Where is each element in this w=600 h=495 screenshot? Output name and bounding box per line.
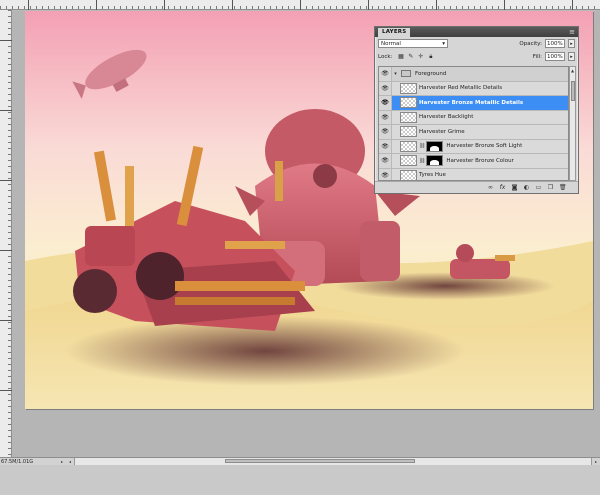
opacity-dropdown-icon[interactable]: ▸: [568, 39, 575, 48]
expand-triangle-icon[interactable]: ▾: [392, 71, 399, 77]
layer-mask-thumbnail[interactable]: [426, 140, 444, 152]
scrollbar-thumb[interactable]: [571, 81, 575, 101]
fill-dropdown-icon[interactable]: ▸: [568, 52, 575, 61]
chevron-down-icon: ▾: [442, 40, 445, 47]
layer-name: Tyres Hue: [419, 172, 446, 179]
layer-thumbnail: [400, 82, 417, 94]
blend-mode-select[interactable]: Normal ▾: [378, 39, 448, 48]
layer-thumbnail: [400, 140, 417, 152]
status-menu-arrow-icon[interactable]: ▸: [58, 459, 66, 464]
layer-row[interactable]: 👁︎ ⛓︎ Harvester Bronze Colour: [379, 154, 568, 169]
workspace-bottom: [0, 465, 600, 495]
opacity-label: Opacity:: [519, 40, 542, 47]
visibility-eye-icon[interactable]: 👁︎: [379, 154, 392, 168]
blend-opacity-row: Normal ▾ Opacity: 100% ▸: [375, 37, 578, 50]
lock-pixels-icon[interactable]: ✎: [407, 53, 414, 61]
status-bar: 67.5M/1.01G ▸ ◂ ▸: [0, 457, 600, 465]
layer-name: Harvester Backlight: [419, 114, 474, 121]
panel-menu-icon[interactable]: ≡: [569, 28, 575, 36]
layer-row[interactable]: 👁︎ ⛓︎ Harvester Bronze Soft Light: [379, 139, 568, 154]
layers-panel-footer: ∞ fx ◙ ◐ ▭ ❐ 🗑︎: [375, 181, 578, 193]
layer-row-selected[interactable]: 👁︎ Harvester Bronze Metallic Details: [379, 96, 568, 111]
fill-input[interactable]: 100%: [545, 52, 565, 61]
layer-name: Harvester Bronze Metallic Details: [419, 99, 524, 106]
layer-group-row[interactable]: 👁︎ ▾ Foreground: [379, 67, 568, 82]
visibility-eye-icon[interactable]: 👁︎: [379, 139, 392, 153]
visibility-eye-icon[interactable]: 👁︎: [379, 96, 392, 110]
scroll-right-icon[interactable]: ▸: [592, 459, 600, 464]
folder-icon[interactable]: ▭: [535, 184, 542, 191]
layer-thumbnail: [400, 97, 417, 109]
mask-icon[interactable]: ◙: [511, 184, 518, 191]
horizontal-scrollbar[interactable]: [74, 458, 592, 465]
lock-position-icon[interactable]: ✛: [417, 53, 424, 61]
layer-name: Foreground: [415, 70, 447, 77]
opacity-input[interactable]: 100%: [545, 39, 565, 48]
visibility-eye-icon[interactable]: 👁︎: [379, 110, 392, 124]
layer-row[interactable]: 👁︎ Harvester Red Metallic Details: [379, 81, 568, 96]
fill-label: Fill:: [532, 53, 542, 60]
layer-row[interactable]: 👁︎ Harvester Grime: [379, 125, 568, 140]
horizontal-ruler[interactable]: [0, 0, 600, 10]
fx-icon[interactable]: fx: [499, 184, 506, 191]
layer-thumbnail: [400, 111, 417, 123]
scroll-left-icon[interactable]: ◂: [66, 459, 74, 464]
layer-name: Harvester Bronze Colour: [446, 157, 514, 164]
trash-icon[interactable]: 🗑︎: [559, 184, 567, 191]
folder-icon: [401, 70, 411, 78]
blend-mode-value: Normal: [381, 40, 401, 47]
link-icon[interactable]: ∞: [487, 184, 494, 191]
layer-mask-thumbnail[interactable]: [426, 155, 444, 167]
chain-link-icon[interactable]: ⛓︎: [419, 158, 425, 164]
new-layer-icon[interactable]: ❐: [547, 184, 554, 191]
visibility-eye-icon[interactable]: 👁︎: [379, 125, 392, 139]
layer-row[interactable]: 👁︎ Tyres Hue: [379, 168, 568, 180]
adjustment-icon[interactable]: ◐: [523, 184, 530, 191]
layer-thumbnail: [400, 155, 417, 167]
lock-label: Lock:: [378, 53, 393, 60]
layers-tab[interactable]: LAYERS: [378, 28, 411, 37]
visibility-eye-icon[interactable]: 👁︎: [379, 168, 392, 180]
layer-thumbnail: [400, 126, 417, 138]
layer-row[interactable]: 👁︎ Harvester Backlight: [379, 110, 568, 125]
visibility-eye-icon[interactable]: 👁︎: [379, 81, 392, 95]
vertical-ruler[interactable]: [0, 10, 12, 457]
layer-name: Harvester Grime: [419, 128, 465, 135]
layers-scrollbar[interactable]: ▲: [569, 66, 576, 181]
layer-name: Harvester Red Metallic Details: [419, 85, 503, 92]
layer-name: Harvester Bronze Soft Light: [446, 143, 523, 150]
scroll-up-icon[interactable]: ▲: [570, 67, 575, 74]
visibility-eye-icon[interactable]: 👁︎: [379, 67, 392, 81]
layer-thumbnail: [400, 169, 417, 180]
layers-panel-titlebar[interactable]: LAYERS ≡: [375, 27, 578, 37]
lock-all-icon[interactable]: 🔒︎: [427, 53, 434, 61]
lock-transparency-icon[interactable]: ▦: [397, 53, 404, 61]
chain-link-icon[interactable]: ⛓︎: [419, 143, 425, 149]
lock-fill-row: Lock: ▦ ✎ ✛ 🔒︎ Fill: 100% ▸: [375, 50, 578, 63]
layers-list[interactable]: 👁︎ ▾ Foreground 👁︎ Harvester Red Metalli…: [378, 66, 569, 181]
document-size-readout[interactable]: 67.5M/1.01G: [0, 459, 58, 465]
horizontal-scrollbar-thumb[interactable]: [225, 459, 415, 463]
layers-panel[interactable]: LAYERS ≡ Normal ▾ Opacity: 100% ▸ Lock: …: [374, 26, 579, 194]
